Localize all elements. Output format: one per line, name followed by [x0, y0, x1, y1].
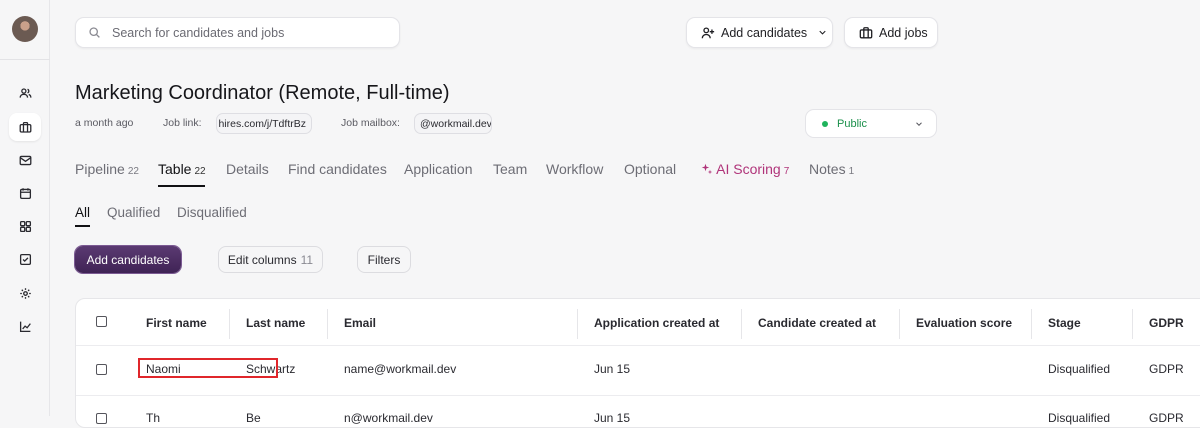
user-plus-icon [701, 26, 715, 38]
job-mailbox-label: Job mailbox: [341, 117, 400, 129]
tab-application[interactable]: Application [404, 161, 473, 177]
add-jobs-button[interactable]: Add jobs [844, 17, 938, 48]
dashboard-icon[interactable] [9, 212, 41, 240]
sidebar-divider [0, 59, 50, 60]
sidebar [0, 0, 50, 416]
chevron-down-icon [819, 30, 826, 35]
column-divider [577, 309, 578, 339]
select-all-checkbox[interactable] [96, 316, 107, 327]
cell-gdpr: GDPR [1149, 411, 1184, 425]
row-divider [76, 345, 1200, 346]
search-icon [89, 27, 100, 38]
job-link-label: Job link: [163, 117, 202, 129]
row-checkbox[interactable] [96, 364, 107, 375]
column-header-evaluation-score[interactable]: Evaluation score [916, 316, 1012, 330]
column-header-email[interactable]: Email [344, 316, 376, 330]
posted-time: a month ago [75, 117, 134, 129]
active-tab-indicator [158, 185, 205, 187]
filters-button[interactable]: Filters [357, 246, 411, 273]
tab-pipeline[interactable]: Pipeline 22 [75, 161, 139, 177]
row-checkbox[interactable] [96, 413, 107, 424]
cell-stage: Disqualified [1048, 362, 1111, 376]
checklist-icon[interactable] [9, 245, 41, 273]
highlight-box [138, 358, 278, 378]
add-candidates-dropdown-button[interactable]: Add candidates [686, 17, 833, 48]
add-candidates-button[interactable]: Add candidates [75, 246, 181, 273]
reports-icon[interactable] [9, 312, 41, 340]
cell-stage: Disqualified [1048, 411, 1111, 425]
mail-icon[interactable] [9, 146, 41, 174]
tab-details[interactable]: Details [226, 161, 269, 177]
column-divider [327, 309, 328, 339]
users-icon[interactable] [9, 79, 41, 107]
job-link-value[interactable]: hires.com/j/TdftrBz [216, 113, 312, 134]
tab-workflow[interactable]: Workflow [546, 161, 603, 177]
column-header-application-created[interactable]: Application created at [594, 316, 719, 330]
cell-application-created: Jun 15 [594, 411, 631, 425]
column-header-candidate-created[interactable]: Candidate created at [758, 316, 876, 330]
row-divider [76, 395, 1200, 396]
tab-notes[interactable]: Notes 1 [809, 161, 854, 177]
sparkle-icon [701, 163, 713, 175]
search-input[interactable] [112, 25, 392, 40]
cell-last-name[interactable]: Be [246, 411, 261, 425]
column-header-last-name[interactable]: Last name [246, 316, 305, 330]
tab-table[interactable]: Table 22 [158, 161, 206, 177]
column-header-first-name[interactable]: First name [146, 316, 207, 330]
active-subtab-indicator [75, 225, 90, 227]
avatar[interactable] [12, 16, 38, 42]
cell-email[interactable]: n@workmail.dev [344, 411, 433, 425]
tab-find-candidates[interactable]: Find candidates [288, 161, 387, 177]
job-mailbox-value[interactable]: @workmail.dev [414, 113, 492, 134]
cell-first-name[interactable]: Th [146, 411, 160, 425]
column-header-gdpr[interactable]: GDPR [1149, 316, 1184, 330]
subtab-disqualified[interactable]: Disqualified [177, 205, 247, 220]
briefcase-icon[interactable] [9, 113, 41, 141]
add-jobs-label: Add jobs [879, 25, 928, 40]
chevron-down-icon [916, 121, 922, 126]
subtab-all[interactable]: All [75, 205, 90, 220]
column-divider [229, 309, 230, 339]
status-dot [822, 120, 828, 127]
column-header-stage[interactable]: Stage [1048, 316, 1081, 330]
search-bar[interactable] [75, 17, 400, 48]
cell-gdpr: GDPR [1149, 362, 1184, 376]
tab-team[interactable]: Team [493, 161, 527, 177]
calendar-icon[interactable] [9, 179, 41, 207]
add-candidates-label: Add candidates [721, 25, 808, 40]
column-divider [1031, 309, 1032, 339]
column-divider [1132, 309, 1133, 339]
page-title: Marketing Coordinator (Remote, Full-time… [75, 82, 450, 104]
cell-email[interactable]: name@workmail.dev [344, 362, 456, 376]
subtab-qualified[interactable]: Qualified [107, 205, 160, 220]
tab-optional[interactable]: Optional [624, 161, 676, 177]
edit-columns-button[interactable]: Edit columns 11 [218, 246, 323, 273]
column-divider [741, 309, 742, 339]
briefcase-icon [859, 26, 873, 38]
settings-icon[interactable] [9, 279, 41, 307]
visibility-select[interactable]: Public [805, 109, 937, 138]
visibility-value: Public [837, 117, 867, 130]
cell-application-created: Jun 15 [594, 362, 631, 376]
column-divider [899, 309, 900, 339]
tab-ai-scoring[interactable]: AI Scoring 7 [701, 161, 789, 177]
